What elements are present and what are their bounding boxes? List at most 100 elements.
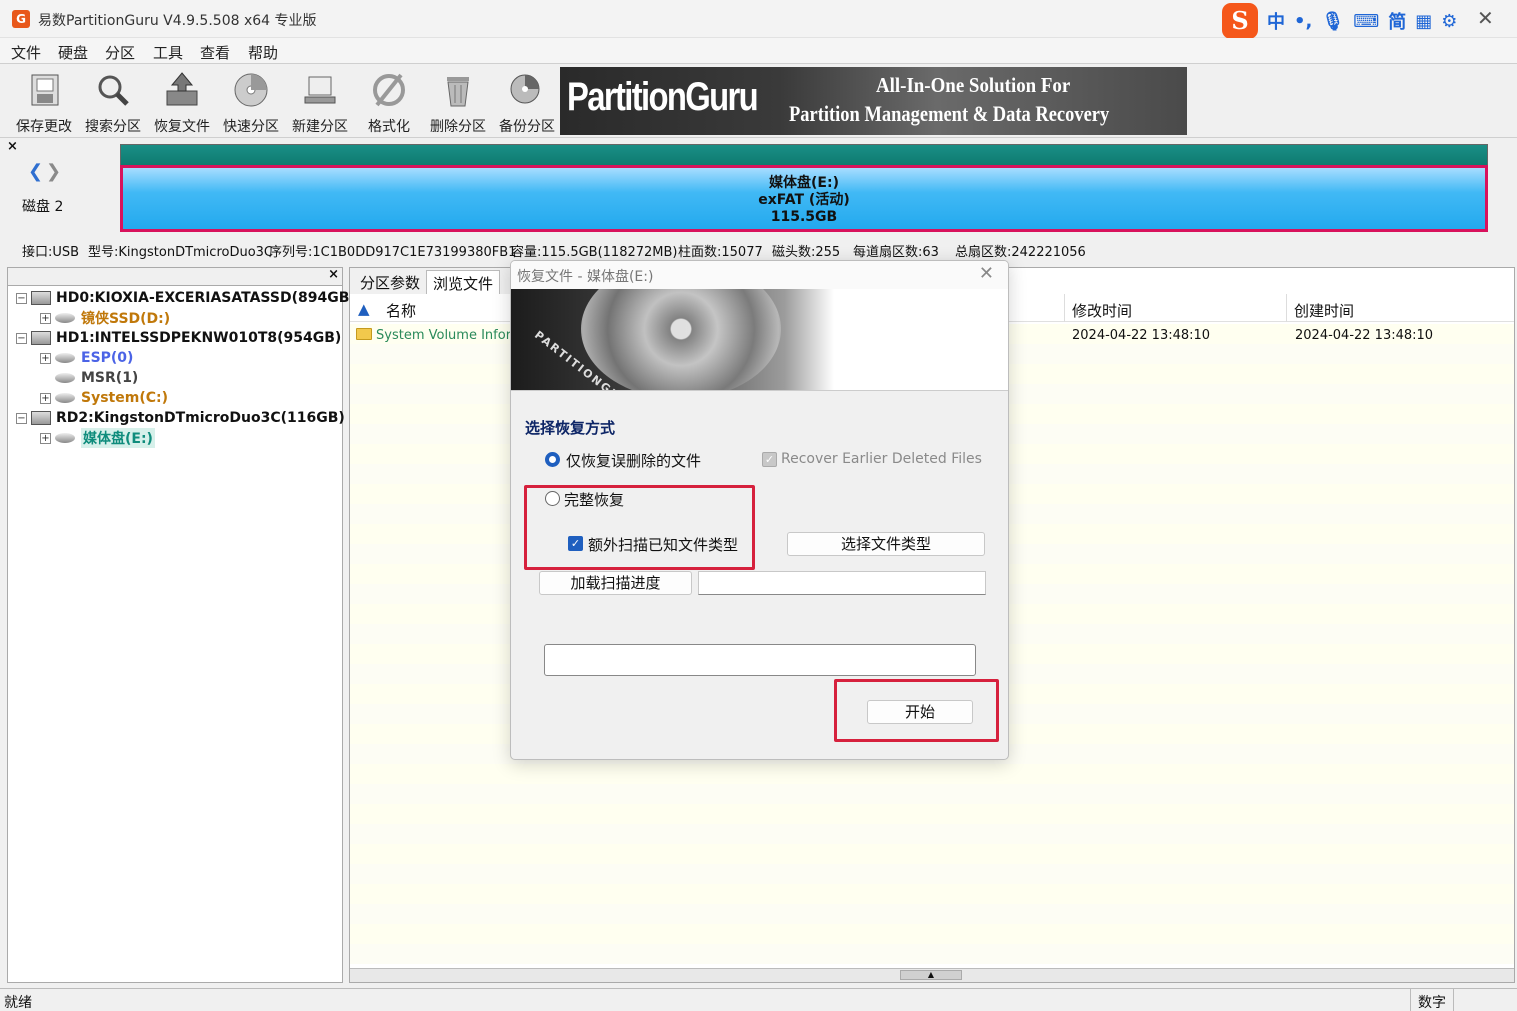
info-cylinders: 柱面数:15077 — [678, 245, 763, 260]
tree-node-e[interactable]: + 媒体盘(E:) — [40, 428, 155, 448]
menu-partition[interactable]: 分区 — [105, 42, 135, 63]
menu-bar: 文件 硬盘 分区 工具 查看 帮助 — [0, 38, 1517, 64]
close-icon[interactable]: ✕ — [1477, 6, 1494, 30]
expand-icon[interactable]: + — [40, 352, 51, 364]
menu-disk[interactable]: 硬盘 — [58, 42, 88, 63]
column-created[interactable]: 创建时间 — [1294, 300, 1354, 321]
chevron-left-icon[interactable]: ❮ — [28, 161, 43, 182]
tree-node-hd0[interactable]: − HD0:KIOXIA-EXCERIASATASSD(894GB) — [16, 288, 356, 308]
column-modified[interactable]: 修改时间 — [1072, 300, 1132, 321]
partition-icon — [55, 433, 75, 443]
label-recover-deleted[interactable]: 仅恢复误删除的文件 — [566, 450, 701, 471]
tree-panel-header: × — [8, 267, 342, 286]
settings-icon[interactable]: ⚙ — [1441, 11, 1457, 32]
tab-browse-files[interactable]: 浏览文件 — [426, 270, 501, 294]
tree-node-d[interactable]: + 镜侠SSD(D:) — [40, 308, 170, 328]
scan-progress-path-field[interactable] — [698, 571, 986, 595]
info-model: 型号:KingstonDTmicroDuo3C — [88, 245, 274, 260]
app-icon: G — [12, 10, 30, 28]
tree-node-msr[interactable]: MSR(1) — [55, 368, 138, 388]
new-partition-icon — [304, 76, 336, 104]
column-divider[interactable] — [1064, 294, 1065, 322]
expand-icon[interactable]: + — [40, 432, 51, 444]
partition-icon — [55, 373, 75, 383]
expand-icon[interactable]: + — [40, 312, 51, 324]
tree-close-icon[interactable]: × — [328, 267, 339, 282]
tree-node-rd2[interactable]: − RD2:KingstonDTmicroDuo3C(116GB) — [16, 408, 345, 428]
info-sectors-per-track: 每道扇区数:63 — [853, 245, 939, 260]
highlight-box-full-recovery — [524, 485, 755, 570]
status-text: 就绪 — [4, 995, 32, 1011]
load-scan-progress-button[interactable]: 加载扫描进度 — [539, 571, 692, 595]
tree-node-hd1[interactable]: − HD1:INTELSSDPEKNW010T8(954GB) — [16, 328, 341, 348]
folder-icon — [356, 328, 372, 340]
partition-name: 媒体盘(E:) — [769, 175, 839, 191]
collapse-icon[interactable]: − — [16, 412, 27, 424]
menu-file[interactable]: 文件 — [11, 42, 41, 63]
ime-simplified[interactable]: 简 — [1388, 8, 1406, 34]
expand-icon[interactable]: + — [40, 392, 51, 404]
delete-partition-button[interactable]: 删除分区 — [424, 69, 492, 135]
collapse-icon[interactable]: − — [16, 332, 27, 344]
grid-icon[interactable]: ▦ — [1415, 11, 1432, 32]
menu-view[interactable]: 查看 — [200, 42, 230, 63]
radio-recover-deleted[interactable] — [545, 452, 560, 467]
chevron-right-icon[interactable]: ❯ — [46, 161, 61, 182]
sogou-logo-icon[interactable]: S — [1222, 3, 1258, 39]
select-file-types-button[interactable]: 选择文件类型 — [787, 532, 985, 556]
search-partition-button[interactable]: 搜索分区 — [79, 69, 147, 135]
column-divider[interactable] — [1286, 294, 1287, 322]
format-button[interactable]: 格式化 — [355, 69, 423, 135]
info-total-sectors: 总扇区数:242221056 — [955, 245, 1086, 260]
format-icon — [373, 73, 405, 107]
new-partition-button[interactable]: 新建分区 — [286, 69, 354, 135]
tree-node-esp[interactable]: + ESP(0) — [40, 348, 133, 368]
disk-bar — [120, 144, 1488, 166]
collapse-icon[interactable]: − — [16, 292, 27, 304]
mic-icon[interactable]: 🎙 — [1321, 11, 1344, 32]
partition-filesystem: exFAT (活动) — [758, 192, 850, 208]
keyboard-icon[interactable]: ⌨ — [1353, 11, 1379, 32]
ime-chinese-mode[interactable]: 中 — [1267, 8, 1285, 34]
highlight-box-start — [834, 679, 999, 742]
column-name[interactable]: 名称 — [386, 300, 416, 321]
label-earlier-deleted: Recover Earlier Deleted Files — [781, 451, 982, 467]
tree-node-c[interactable]: + System(C:) — [40, 388, 168, 408]
recovery-progress-bar — [544, 644, 976, 676]
hard-disk-icon — [31, 291, 51, 305]
scrollbar-grip[interactable]: ▲ — [900, 970, 962, 980]
disk-map: × ❮ ❯ 磁盘 2 媒体盘(E:) exFAT (活动) 115.5GB — [0, 139, 1517, 239]
partition-icon — [55, 353, 75, 363]
banner-line2: Partition Management & Data Recovery — [789, 101, 1110, 126]
menu-help[interactable]: 帮助 — [248, 42, 278, 63]
dialog-banner-image: PARTITIONGURU — [511, 289, 1008, 391]
horizontal-scrollbar[interactable]: ▲ — [350, 968, 1514, 982]
dialog-close-icon[interactable]: ✕ — [979, 263, 994, 284]
hard-drive-platter-icon — [581, 289, 781, 390]
save-changes-button[interactable]: 保存更改 — [10, 69, 78, 135]
ime-toolbar: S 中 •, 🎙 ⌨ 简 ▦ ⚙ — [1222, 3, 1457, 39]
backup-partition-button[interactable]: 备份分区 — [493, 69, 561, 135]
numlock-indicator: 数字 — [1410, 989, 1454, 1011]
disk-label: 磁盘 2 — [22, 199, 64, 215]
up-folder-icon[interactable]: ▲ — [358, 300, 370, 318]
partition-block[interactable]: 媒体盘(E:) exFAT (活动) 115.5GB — [120, 165, 1488, 232]
file-created: 2024-04-22 13:48:10 — [1295, 328, 1434, 343]
search-icon — [98, 75, 129, 106]
menu-tools[interactable]: 工具 — [153, 42, 183, 63]
info-interface: 接口:USB — [22, 245, 80, 260]
info-heads: 磁头数:255 — [772, 245, 841, 260]
info-capacity: 容量:115.5GB(118272MB) — [511, 245, 678, 260]
status-bar: 就绪 数字 — [0, 988, 1517, 1011]
trash-icon — [447, 77, 469, 107]
tab-partition-params[interactable]: 分区参数 — [354, 270, 426, 294]
recover-files-button[interactable]: 恢复文件 — [148, 69, 216, 135]
quick-partition-button[interactable]: 快速分区 — [217, 69, 285, 135]
hard-disk-icon — [31, 331, 51, 345]
disk-map-close-icon[interactable]: × — [7, 139, 18, 154]
disk-info-bar: 接口:USB 型号:KingstonDTmicroDuo3C 序列号:1C1B0… — [0, 239, 1517, 260]
quick-partition-icon — [234, 73, 268, 107]
ime-punctuation[interactable]: •, — [1294, 11, 1312, 32]
partition-size: 115.5GB — [770, 209, 838, 225]
info-serial: 序列号:1C1B0DD917C1E73199380FB1 — [269, 245, 517, 260]
